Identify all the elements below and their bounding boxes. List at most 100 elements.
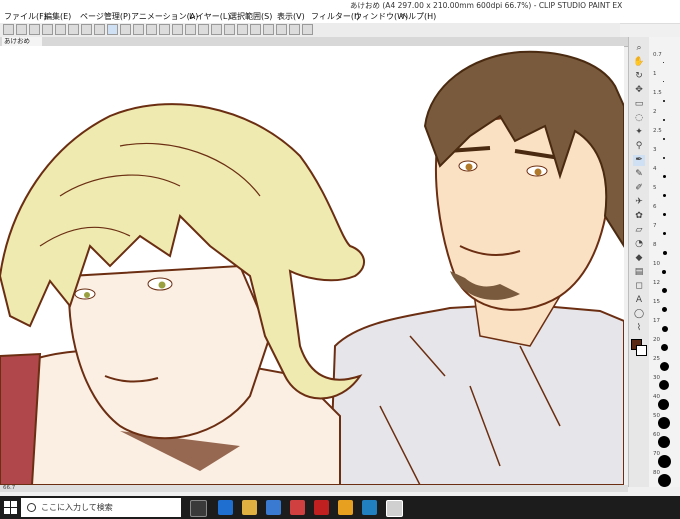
windows-start-icon[interactable]: [4, 501, 17, 514]
frame-icon[interactable]: [198, 24, 209, 35]
transform-icon[interactable]: [289, 24, 300, 35]
select-icon[interactable]: [172, 24, 183, 35]
brush-size-item[interactable]: 5: [649, 185, 680, 205]
app-icon-red[interactable]: [290, 500, 305, 515]
app-icon-blue[interactable]: [362, 500, 377, 515]
line-fix-icon[interactable]: ⌇: [633, 323, 645, 334]
zoom-readout: 66.7: [3, 485, 16, 491]
lasso-icon[interactable]: [159, 24, 170, 35]
cut-icon[interactable]: [42, 24, 53, 35]
layer-icon[interactable]: [146, 24, 157, 35]
brush-size-item[interactable]: 70: [649, 451, 680, 471]
menu-bar: ファイル(F) 編集(E) ページ管理(P) アニメーション(A) レイヤー(L…: [0, 10, 680, 24]
menu-layer[interactable]: レイヤー(L): [188, 11, 230, 22]
menu-filter[interactable]: フィルター(I): [311, 11, 359, 22]
brush-size-item[interactable]: 1.5: [649, 90, 680, 110]
brush-size-item[interactable]: 20: [649, 337, 680, 357]
menu-edit[interactable]: 編集(E): [44, 11, 71, 22]
snap-icon[interactable]: [250, 24, 261, 35]
status-bar: 66.7: [0, 485, 628, 492]
canvas[interactable]: [0, 46, 624, 485]
brush-size-item[interactable]: 3: [649, 147, 680, 167]
settings-icon[interactable]: [185, 24, 196, 35]
blend-icon[interactable]: ◔: [633, 239, 645, 250]
brush-size-item[interactable]: 17: [649, 318, 680, 338]
flip-icon[interactable]: [302, 24, 313, 35]
taskbar: ここに入力して検索: [0, 496, 680, 519]
copy-icon[interactable]: [55, 24, 66, 35]
app-icon-red-2[interactable]: [314, 500, 329, 515]
edge-icon[interactable]: [218, 500, 233, 515]
brush-size-item[interactable]: 30: [649, 375, 680, 395]
brush-size-item[interactable]: 1: [649, 71, 680, 91]
brush-size-item[interactable]: 2.5: [649, 128, 680, 148]
pen-tool-icon[interactable]: ✒: [633, 155, 645, 166]
brush-size-item[interactable]: 0.7: [649, 52, 680, 72]
zoom-icon[interactable]: ⌕: [633, 43, 645, 54]
circle-icon[interactable]: [211, 24, 222, 35]
clear-icon[interactable]: [81, 24, 92, 35]
brush-size-item[interactable]: 12: [649, 280, 680, 300]
sub-color-swatch[interactable]: [636, 345, 647, 356]
new-file-icon[interactable]: [3, 24, 14, 35]
menu-help[interactable]: ヘルプ(H): [400, 11, 436, 22]
figure-icon[interactable]: ◻: [633, 281, 645, 292]
brush-size-item[interactable]: 8: [649, 242, 680, 262]
task-view-icon[interactable]: [190, 500, 207, 517]
gradient-icon[interactable]: ▤: [633, 267, 645, 278]
menu-view[interactable]: 表示(V): [277, 11, 305, 22]
pen-icon[interactable]: [94, 24, 105, 35]
fill-tool-icon[interactable]: ◆: [633, 253, 645, 264]
right-man-shirt: [328, 302, 624, 485]
hand-icon[interactable]: ✋: [633, 57, 645, 68]
rotate-icon[interactable]: ↻: [633, 71, 645, 82]
balloon-icon[interactable]: ◯: [633, 309, 645, 320]
canvas-tab[interactable]: あけおめ: [2, 37, 42, 46]
move-icon[interactable]: ✥: [633, 85, 645, 96]
airbrush-icon[interactable]: ✈: [633, 197, 645, 208]
title-bar: あけおめ (A4 297.00 x 210.00mm 600dpi 66.7%)…: [0, 0, 680, 10]
explorer-icon[interactable]: [242, 500, 257, 515]
taskbar-search[interactable]: ここに入力して検索: [21, 498, 181, 517]
text-icon[interactable]: A: [633, 295, 645, 306]
pencil-icon[interactable]: ✎: [633, 169, 645, 180]
app-icon-orange[interactable]: [338, 500, 353, 515]
brush-icon[interactable]: [107, 24, 118, 35]
grid-icon[interactable]: [224, 24, 235, 35]
eraser-tool-icon[interactable]: ▱: [633, 225, 645, 236]
lasso-tool-icon[interactable]: ◌: [633, 113, 645, 124]
store-icon[interactable]: [266, 500, 281, 515]
tool-palette: ⌕ ✋ ↻ ✥ ▭ ◌ ✦ ⚲ ✒ ✎ ✐ ✈ ✿ ▱ ◔ ◆ ▤ ◻ A ◯ …: [628, 37, 650, 487]
clip-studio-icon[interactable]: [386, 500, 403, 517]
brush-size-item[interactable]: 6: [649, 204, 680, 224]
ruler-icon[interactable]: [237, 24, 248, 35]
brush-size-item[interactable]: 80: [649, 470, 680, 490]
select-tool-icon[interactable]: ▭: [633, 99, 645, 110]
brush-size-palette: 0.7 1 1.5 2 2.5 3 4 5 6 7 8 10 12 15 17 …: [649, 37, 680, 487]
fill-icon[interactable]: [120, 24, 131, 35]
decoration-icon[interactable]: ✿: [633, 211, 645, 222]
brush-size-item[interactable]: 60: [649, 432, 680, 452]
menu-page[interactable]: ページ管理(P): [80, 11, 131, 22]
redo-icon[interactable]: [276, 24, 287, 35]
wand-icon[interactable]: ✦: [633, 127, 645, 138]
brush-size-item[interactable]: 4: [649, 166, 680, 186]
brush-size-item[interactable]: 2: [649, 109, 680, 129]
menu-selection[interactable]: 選択範囲(S): [229, 11, 272, 22]
brush-size-item[interactable]: 7: [649, 223, 680, 243]
illustration: [0, 50, 624, 485]
eraser-icon[interactable]: [133, 24, 144, 35]
brush-size-item[interactable]: 40: [649, 394, 680, 414]
undo-icon[interactable]: [263, 24, 274, 35]
save-icon[interactable]: [29, 24, 40, 35]
eyedropper-icon[interactable]: ⚲: [633, 141, 645, 152]
open-icon[interactable]: [16, 24, 27, 35]
search-placeholder: ここに入力して検索: [41, 503, 113, 512]
menu-file[interactable]: ファイル(F): [4, 11, 47, 22]
brush-tool-icon[interactable]: ✐: [633, 183, 645, 194]
brush-size-item[interactable]: 50: [649, 413, 680, 433]
brush-size-item[interactable]: 15: [649, 299, 680, 319]
brush-size-item[interactable]: 25: [649, 356, 680, 376]
paste-icon[interactable]: [68, 24, 79, 35]
brush-size-item[interactable]: 10: [649, 261, 680, 281]
